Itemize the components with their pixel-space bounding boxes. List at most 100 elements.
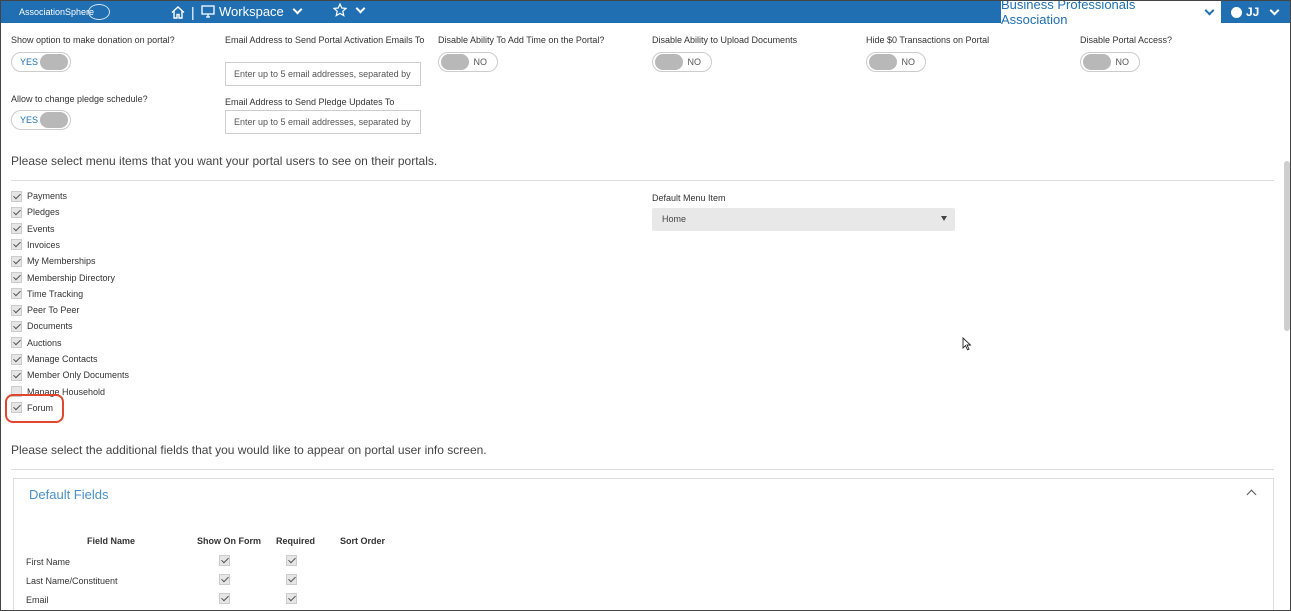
home-button[interactable]: |: [171, 4, 195, 20]
checkbox-checked-icon[interactable]: [11, 288, 22, 300]
menu-item-checkbox[interactable]: Documents: [11, 319, 73, 333]
home-icon: [171, 5, 185, 19]
header-required: Required: [276, 536, 316, 546]
checkbox-checked-icon[interactable]: [11, 320, 22, 332]
toggle-knob: [655, 54, 683, 70]
pledge-schedule-toggle[interactable]: YES: [11, 110, 71, 130]
forum-highlight-annotation: [5, 394, 64, 423]
required-checkbox[interactable]: [286, 574, 297, 585]
checkbox-checked-icon[interactable]: [11, 206, 22, 218]
default-menu-select[interactable]: Home: [652, 208, 955, 231]
star-icon: [333, 3, 347, 17]
menu-item-checkbox[interactable]: My Memberships: [11, 254, 96, 268]
chevron-down-icon: [1269, 5, 1280, 15]
user-menu[interactable]: JJ: [1223, 1, 1290, 23]
pledge-email-label: Email Address to Send Pledge Updates To: [225, 97, 395, 107]
menu-item-label: My Memberships: [27, 256, 96, 267]
top-navigation-bar: AssociationSphere | Workspace Business P…: [1, 1, 1290, 27]
scrollbar-thumb[interactable]: [1284, 161, 1290, 331]
user-avatar-icon: [1231, 6, 1242, 18]
pledge-email-input[interactable]: Enter up to 5 email addresses, separated…: [225, 110, 421, 134]
disable-add-time-label: Disable Ability To Add Time on the Porta…: [438, 35, 605, 45]
chevron-up-icon[interactable]: [1246, 489, 1257, 500]
checkbox-checked-icon[interactable]: [11, 369, 22, 381]
toggle-knob: [1083, 54, 1111, 70]
menu-item-checkbox[interactable]: Payments: [11, 189, 67, 203]
checkbox-checked-icon[interactable]: [11, 353, 22, 365]
disable-portal-label: Disable Portal Access?: [1080, 35, 1173, 45]
menu-item-label: Auctions: [27, 337, 62, 348]
hide-zero-toggle[interactable]: NO: [866, 52, 926, 72]
favorites-dropdown[interactable]: [333, 3, 366, 17]
menu-item-checkbox[interactable]: Events: [11, 222, 55, 236]
header-sort-order: Sort Order: [340, 536, 386, 546]
toggle-value: NO: [1115, 57, 1130, 67]
donation-toggle[interactable]: YES: [11, 52, 71, 72]
menu-item-label: Invoices: [27, 239, 61, 250]
checkbox-checked-icon[interactable]: [11, 223, 22, 235]
header-field-name: Field Name: [87, 536, 136, 546]
show-on-form-checkbox[interactable]: [219, 593, 230, 604]
default-menu-label: Default Menu Item: [652, 193, 726, 203]
toggle-knob: [869, 54, 897, 70]
chevron-down-icon: [1204, 5, 1215, 15]
checkbox-checked-icon[interactable]: [11, 337, 22, 349]
nav-separator: |: [191, 4, 195, 20]
required-checkbox[interactable]: [286, 555, 297, 566]
default-menu-value: Home: [662, 214, 687, 224]
disable-upload-toggle[interactable]: NO: [652, 52, 712, 72]
logo-text: AssociationSphere: [19, 7, 95, 17]
field-name-cell: Last Name/Constituent: [26, 576, 118, 586]
disable-upload-label: Disable Ability to Upload Documents: [652, 35, 798, 45]
menu-item-checkbox[interactable]: Pledges: [11, 205, 60, 219]
disable-portal-toggle[interactable]: NO: [1080, 52, 1140, 72]
toggle-knob: [40, 54, 68, 70]
show-on-form-checkbox[interactable]: [219, 574, 230, 585]
disable-add-time-toggle[interactable]: NO: [438, 52, 498, 72]
menu-item-label: Payments: [27, 191, 68, 201]
divider: [11, 180, 1274, 181]
default-fields-panel: Default Fields Field Name Show On Form R…: [13, 478, 1274, 610]
organization-selector[interactable]: Business Professionals Association: [1001, 1, 1221, 27]
menu-item-checkbox[interactable]: Membership Directory: [11, 271, 115, 285]
app-window: AssociationSphere | Workspace Business P…: [0, 0, 1291, 611]
menu-item-label: Documents: [27, 321, 73, 332]
menu-item-label: Peer To Peer: [27, 305, 80, 316]
menu-item-checkbox[interactable]: Invoices: [11, 238, 60, 252]
checkbox-checked-icon[interactable]: [11, 239, 22, 251]
fields-section-title: Please select the additional fields that…: [11, 443, 487, 457]
toggle-value: NO: [687, 57, 702, 67]
checkbox-checked-icon[interactable]: [11, 255, 22, 267]
activation-email-input[interactable]: Enter up to 5 email addresses, separated…: [225, 62, 421, 86]
menu-section-title: Please select menu items that you want y…: [11, 154, 438, 168]
show-on-form-checkbox[interactable]: [219, 555, 230, 566]
toggle-knob: [40, 112, 68, 128]
required-checkbox[interactable]: [286, 593, 297, 604]
toggle-value: NO: [901, 57, 916, 67]
workspace-dropdown[interactable]: Workspace: [201, 4, 303, 19]
workspace-label: Workspace: [219, 4, 284, 19]
app-logo[interactable]: AssociationSphere: [19, 4, 111, 20]
menu-item-checkbox[interactable]: Peer To Peer: [11, 303, 79, 317]
organization-name: Business Professionals Association: [1001, 0, 1136, 27]
caret-down-icon: [941, 216, 947, 221]
toggle-value: YES: [20, 115, 39, 125]
checkbox-checked-icon[interactable]: [11, 304, 22, 316]
header-show-on-form: Show On Form: [197, 536, 261, 546]
default-fields-title[interactable]: Default Fields: [29, 487, 108, 502]
menu-item-checkbox[interactable]: Time Tracking: [11, 287, 83, 301]
hide-zero-label: Hide $0 Transactions on Portal: [866, 35, 990, 45]
menu-item-checkbox[interactable]: Manage Contacts: [11, 352, 98, 366]
menu-item-checkbox[interactable]: Member Only Documents: [11, 368, 129, 382]
checkbox-checked-icon[interactable]: [11, 190, 22, 202]
user-initials: JJ: [1246, 5, 1260, 19]
field-name-cell: Email: [26, 595, 49, 605]
chevron-down-icon: [355, 3, 366, 13]
menu-item-label: Member Only Documents: [27, 370, 130, 381]
checkbox-checked-icon[interactable]: [11, 272, 22, 283]
menu-item-checkbox[interactable]: Auctions: [11, 336, 62, 350]
chevron-down-icon: [292, 4, 303, 15]
menu-item-label: Pledges: [27, 207, 60, 218]
globe-icon: [88, 4, 111, 20]
toggle-value: YES: [20, 57, 39, 67]
